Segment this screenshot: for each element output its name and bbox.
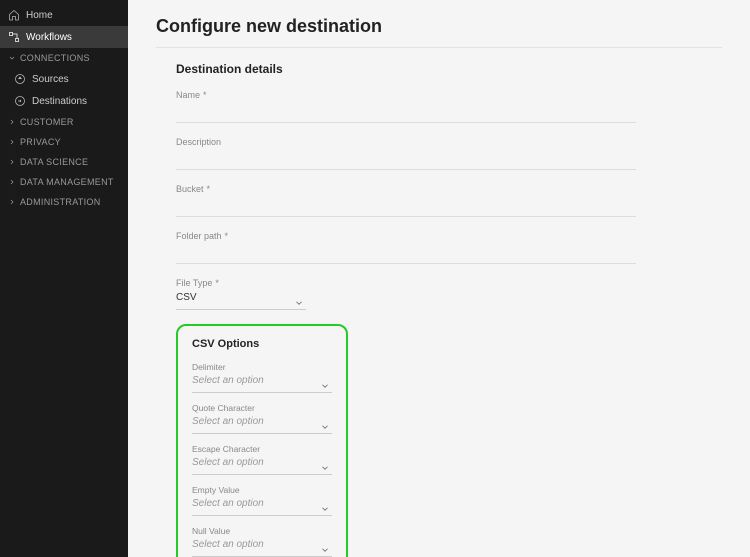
nav-sources[interactable]: Sources	[0, 68, 128, 90]
file-type-select[interactable]: CSV	[176, 292, 306, 310]
field-description: Description	[176, 137, 636, 170]
null-value-select[interactable]: Select an option	[192, 539, 332, 557]
chevron-down-icon	[8, 54, 16, 62]
sidebar: Home Workflows CONNECTIONS Sources Desti…	[0, 0, 128, 557]
nav-label: Home	[26, 10, 53, 21]
chevron-right-icon	[8, 178, 16, 186]
section-title: Destination details	[176, 62, 722, 76]
csv-field-escape: Escape Character Select an option	[192, 444, 332, 475]
section-label: DATA SCIENCE	[20, 157, 88, 167]
sources-icon	[14, 73, 26, 85]
nav-section-customer[interactable]: CUSTOMER	[0, 112, 128, 132]
section-label: CONNECTIONS	[20, 53, 90, 63]
csv-field-empty: Empty Value Select an option	[192, 485, 332, 516]
nav-home[interactable]: Home	[0, 4, 128, 26]
csv-field-delimiter: Delimiter Select an option	[192, 362, 332, 393]
csv-options-box: CSV Options Delimiter Select an option Q…	[176, 324, 348, 557]
field-label-text: File Type	[176, 278, 212, 288]
folder-path-input[interactable]	[176, 248, 636, 264]
description-input[interactable]	[176, 154, 636, 170]
field-folder-path: Folder path *	[176, 231, 636, 264]
nav-destinations[interactable]: Destinations	[0, 90, 128, 112]
nav-section-data-science[interactable]: DATA SCIENCE	[0, 152, 128, 172]
nav-section-data-management[interactable]: DATA MANAGEMENT	[0, 172, 128, 192]
workflow-icon	[8, 31, 20, 43]
nav-section-administration[interactable]: ADMINISTRATION	[0, 192, 128, 212]
csv-options-title: CSV Options	[192, 338, 332, 350]
main-content: Configure new destination Destination de…	[128, 0, 750, 557]
page-title: Configure new destination	[156, 16, 722, 37]
field-label-text: Description	[176, 137, 221, 147]
escape-character-select[interactable]: Select an option	[192, 457, 332, 475]
field-file-type: File Type * CSV	[176, 278, 636, 310]
field-label-text: Bucket	[176, 184, 204, 194]
empty-value-select[interactable]: Select an option	[192, 498, 332, 516]
delimiter-select[interactable]: Select an option	[192, 375, 332, 393]
section-label: ADMINISTRATION	[20, 197, 101, 207]
chevron-right-icon	[8, 118, 16, 126]
name-input[interactable]	[176, 107, 636, 123]
bucket-input[interactable]	[176, 201, 636, 217]
section-label: PRIVACY	[20, 137, 61, 147]
nav-label: Destinations	[32, 96, 87, 107]
csv-label: Escape Character	[192, 444, 332, 454]
field-label-text: Folder path	[176, 231, 222, 241]
nav-section-privacy[interactable]: PRIVACY	[0, 132, 128, 152]
required-mark: *	[207, 184, 211, 194]
chevron-right-icon	[8, 198, 16, 206]
csv-field-quote: Quote Character Select an option	[192, 403, 332, 434]
home-icon	[8, 9, 20, 21]
required-mark: *	[203, 90, 207, 100]
section-label: CUSTOMER	[20, 117, 74, 127]
required-mark: *	[215, 278, 219, 288]
csv-label: Quote Character	[192, 403, 332, 413]
destinations-icon	[14, 95, 26, 107]
required-mark: *	[225, 231, 229, 241]
csv-field-null: Null Value Select an option	[192, 526, 332, 557]
nav-label: Workflows	[26, 32, 72, 43]
field-name: Name *	[176, 90, 636, 123]
section-label: DATA MANAGEMENT	[20, 177, 114, 187]
nav-section-connections[interactable]: CONNECTIONS	[0, 48, 128, 68]
chevron-right-icon	[8, 138, 16, 146]
destination-form: Name * Description Bucket *	[176, 90, 636, 310]
nav-workflows[interactable]: Workflows	[0, 26, 128, 48]
divider	[156, 47, 722, 48]
csv-label: Delimiter	[192, 362, 332, 372]
nav-label: Sources	[32, 74, 69, 85]
quote-character-select[interactable]: Select an option	[192, 416, 332, 434]
csv-label: Null Value	[192, 526, 332, 536]
field-bucket: Bucket *	[176, 184, 636, 217]
csv-label: Empty Value	[192, 485, 332, 495]
field-label-text: Name	[176, 90, 200, 100]
chevron-right-icon	[8, 158, 16, 166]
